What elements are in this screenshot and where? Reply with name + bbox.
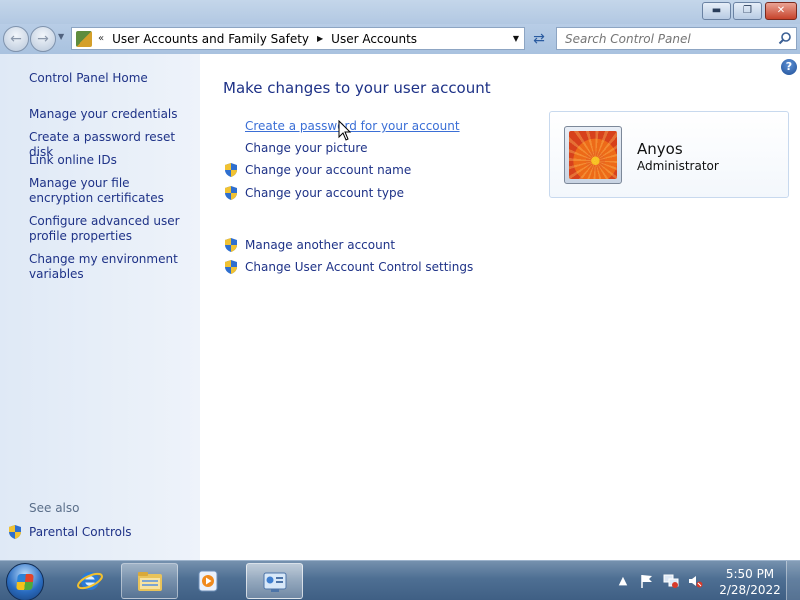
control-panel-icon (263, 572, 287, 592)
action-center-flag-icon[interactable] (639, 573, 655, 589)
create-password-link[interactable]: Create a password for your account (245, 119, 460, 133)
address-dropdown-arrow[interactable]: ▼ (513, 34, 519, 43)
change-uac-settings-link[interactable]: Change User Account Control settings (245, 260, 473, 274)
task-change-uac-settings[interactable]: Change User Account Control settings (223, 258, 473, 276)
user-account-type: Administrator (637, 159, 719, 173)
orange-flower-picture (569, 131, 617, 179)
parental-controls-link[interactable]: Parental Controls (7, 524, 132, 540)
change-account-type-link[interactable]: Change your account type (245, 186, 404, 200)
back-button[interactable]: ← (3, 26, 29, 52)
main-content: ? Make changes to your user account Crea… (200, 54, 800, 560)
clock-date: 2/28/2022 (719, 583, 781, 597)
uac-shield-icon (225, 260, 237, 274)
parental-controls-label[interactable]: Parental Controls (29, 525, 132, 539)
breadcrumb-user-accounts-family-safety[interactable]: User Accounts and Family Safety (112, 32, 309, 46)
user-name: Anyos (637, 140, 683, 158)
windows-media-player-icon (198, 570, 218, 592)
taskbar-windows-media-player[interactable] (180, 563, 237, 599)
windows-explorer-icon (138, 572, 162, 591)
see-also-label: See also (29, 501, 80, 515)
start-button[interactable] (6, 563, 44, 600)
left-task-pane: Control Panel Home Manage your credentia… (0, 54, 200, 560)
windows-logo-icon (16, 574, 34, 590)
configure-advanced-profile-properties-link[interactable]: Configure advanced user profile properti… (29, 214, 194, 244)
network-icon[interactable] (663, 573, 679, 589)
change-environment-variables-link[interactable]: Change my environment variables (29, 252, 194, 282)
address-bar[interactable]: « User Accounts and Family Safety ▶ User… (71, 27, 525, 50)
breadcrumb-separator[interactable]: ▶ (317, 34, 323, 43)
link-online-ids-link[interactable]: Link online IDs (29, 153, 194, 168)
internet-explorer-icon (77, 572, 103, 590)
control-panel-home-link[interactable]: Control Panel Home (29, 71, 194, 86)
taskbar-control-panel[interactable] (246, 563, 303, 599)
task-change-account-name[interactable]: Change your account name (223, 161, 411, 179)
uac-shield-icon (9, 525, 21, 539)
breadcrumb-user-accounts[interactable]: User Accounts (331, 32, 417, 46)
taskbar-windows-explorer[interactable] (121, 563, 178, 599)
recent-pages-dropdown[interactable]: ▼ (58, 32, 64, 41)
taskbar: ▲ 5:50 PM 2/28/2022 (0, 560, 800, 600)
search-input[interactable] (557, 28, 767, 49)
minimize-button[interactable]: ▬ (702, 2, 731, 20)
manage-credentials-link[interactable]: Manage your credentials (29, 107, 194, 122)
taskbar-internet-explorer[interactable] (62, 563, 119, 599)
change-account-name-link[interactable]: Change your account name (245, 163, 411, 177)
forward-button[interactable]: → (30, 26, 56, 52)
task-change-account-type[interactable]: Change your account type (223, 184, 404, 202)
show-hidden-icons-icon[interactable]: ▲ (615, 573, 631, 589)
page-title: Make changes to your user account (223, 79, 491, 97)
change-picture-link[interactable]: Change your picture (245, 141, 367, 155)
uac-shield-icon (225, 163, 237, 177)
notification-area: ▲ (615, 561, 703, 600)
breadcrumb-overflow-chevron[interactable]: « (98, 33, 104, 44)
uac-shield-icon (225, 238, 237, 252)
manage-file-encryption-certificates-link[interactable]: Manage your file encryption certificates (29, 176, 194, 206)
search-box[interactable] (556, 27, 797, 50)
manage-another-account-link[interactable]: Manage another account (245, 238, 395, 252)
volume-muted-icon[interactable] (687, 573, 703, 589)
close-button[interactable]: ✕ (765, 2, 797, 20)
system-clock[interactable]: 5:50 PM 2/28/2022 (718, 566, 782, 598)
clock-time: 5:50 PM (725, 567, 775, 581)
maximize-button[interactable]: ❐ (733, 2, 762, 20)
window-titlebar: ▬ ❐ ✕ (0, 0, 800, 24)
user-picture[interactable] (564, 126, 622, 184)
refresh-button[interactable]: ⇄ (529, 29, 549, 49)
uac-shield-icon (225, 186, 237, 200)
mouse-cursor-icon (338, 120, 352, 141)
help-icon[interactable]: ? (781, 59, 797, 75)
navigation-bar: ← → ▼ « User Accounts and Family Safety … (0, 24, 800, 54)
show-desktop-button[interactable] (786, 561, 800, 600)
control-panel-icon (76, 30, 92, 47)
task-manage-another-account[interactable]: Manage another account (223, 236, 395, 254)
user-account-card: Anyos Administrator (549, 111, 789, 198)
search-icon[interactable] (778, 31, 792, 45)
